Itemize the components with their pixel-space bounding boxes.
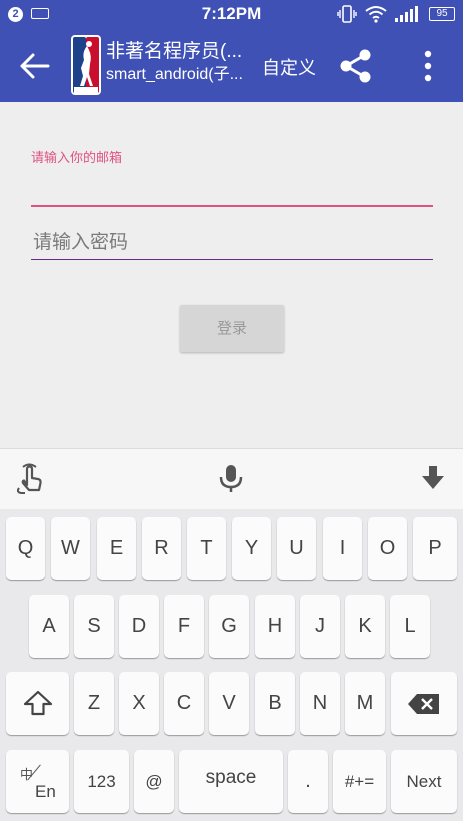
nba-logo [71, 35, 101, 95]
symbols-key[interactable]: #+= [333, 750, 386, 813]
title-block: 非著名程序员(... smart_android(子... [106, 40, 256, 86]
email-input[interactable] [31, 172, 437, 204]
key-p[interactable]: P [413, 517, 457, 580]
shift-key[interactable] [6, 672, 69, 735]
period-key[interactable]: . [288, 750, 328, 813]
key-t[interactable]: T [187, 517, 226, 580]
key-v[interactable]: V [209, 672, 249, 735]
key-s[interactable]: S [74, 595, 114, 658]
keyboard-toolbar [0, 448, 463, 510]
status-bar: 2 7:12PM 95 [0, 0, 463, 28]
key-x[interactable]: X [119, 672, 159, 735]
app-subtitle: smart_android(子... [106, 66, 243, 83]
app-title: 非著名程序员(... [106, 41, 243, 62]
password-input[interactable] [31, 228, 435, 258]
key-c[interactable]: C [164, 672, 204, 735]
key-a[interactable]: A [29, 595, 69, 658]
key-b[interactable]: B [255, 672, 295, 735]
next-key[interactable]: Next [391, 750, 457, 813]
backspace-icon [408, 694, 439, 714]
email-underline [31, 205, 433, 207]
key-y[interactable]: Y [232, 517, 271, 580]
key-e[interactable]: E [97, 517, 136, 580]
space-key[interactable]: space [179, 750, 283, 813]
gesture-icon[interactable] [14, 461, 48, 495]
key-l[interactable]: L [390, 595, 430, 658]
key-j[interactable]: J [300, 595, 340, 658]
keyboard: Q W E R T Y U I O P A S D F G H J K L Z … [0, 509, 463, 821]
wifi-icon [365, 6, 387, 23]
status-indicators: 95 [337, 4, 455, 24]
key-m[interactable]: M [345, 672, 385, 735]
key-r[interactable]: R [142, 517, 181, 580]
back-arrow-icon[interactable] [18, 50, 54, 82]
at-key[interactable]: @ [134, 750, 174, 813]
hide-keyboard-icon[interactable] [416, 461, 450, 495]
email-label: 请输入你的邮箱 [31, 150, 123, 165]
language-switch-key[interactable]: 中 En [6, 750, 69, 813]
numbers-key[interactable]: 123 [74, 750, 129, 813]
key-o[interactable]: O [368, 517, 407, 580]
key-i[interactable]: I [323, 517, 362, 580]
app-bar: 非著名程序员(... smart_android(子... 自定义 [0, 28, 463, 102]
key-g[interactable]: G [209, 595, 249, 658]
more-vert-icon[interactable] [418, 49, 438, 83]
key-d[interactable]: D [119, 595, 159, 658]
login-button[interactable]: 登录 [180, 305, 284, 352]
share-icon[interactable] [337, 47, 375, 85]
key-q[interactable]: Q [6, 517, 45, 580]
key-h[interactable]: H [255, 595, 295, 658]
key-w[interactable]: W [51, 517, 90, 580]
key-z[interactable]: Z [74, 672, 114, 735]
shift-icon [23, 690, 52, 716]
key-k[interactable]: K [345, 595, 385, 658]
password-underline [31, 259, 433, 260]
key-n[interactable]: N [300, 672, 340, 735]
custom-action-button[interactable]: 自定义 [262, 54, 316, 80]
lang-bottom-label: En [35, 782, 56, 801]
key-u[interactable]: U [277, 517, 316, 580]
signal-icon [395, 6, 418, 22]
battery-icon: 95 [429, 7, 455, 21]
vibrate-icon [337, 5, 357, 23]
mic-icon[interactable] [214, 461, 248, 495]
key-f[interactable]: F [164, 595, 204, 658]
backspace-key[interactable] [391, 672, 457, 735]
